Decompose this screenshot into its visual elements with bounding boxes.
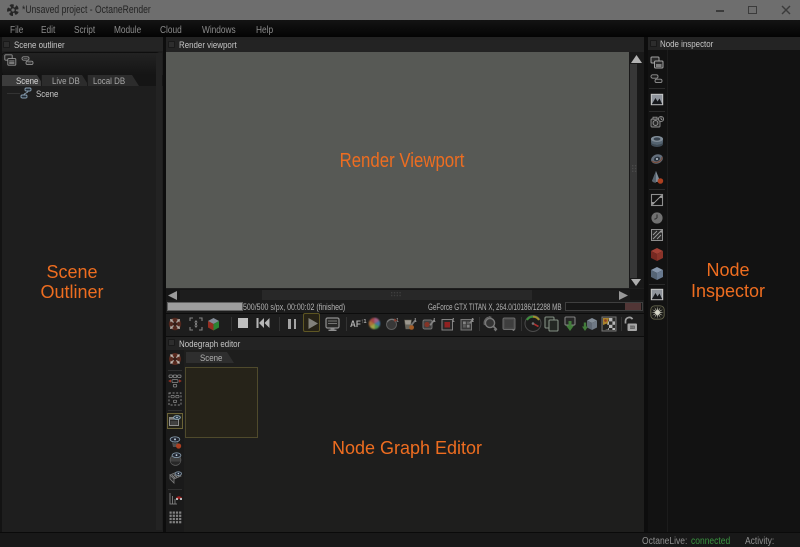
- svg-text:1: 1: [452, 318, 455, 324]
- svg-text:1: 1: [471, 318, 474, 324]
- svg-text:1: 1: [396, 318, 399, 324]
- svg-text:1: 1: [433, 318, 436, 324]
- svg-text:1: 1: [414, 318, 417, 324]
